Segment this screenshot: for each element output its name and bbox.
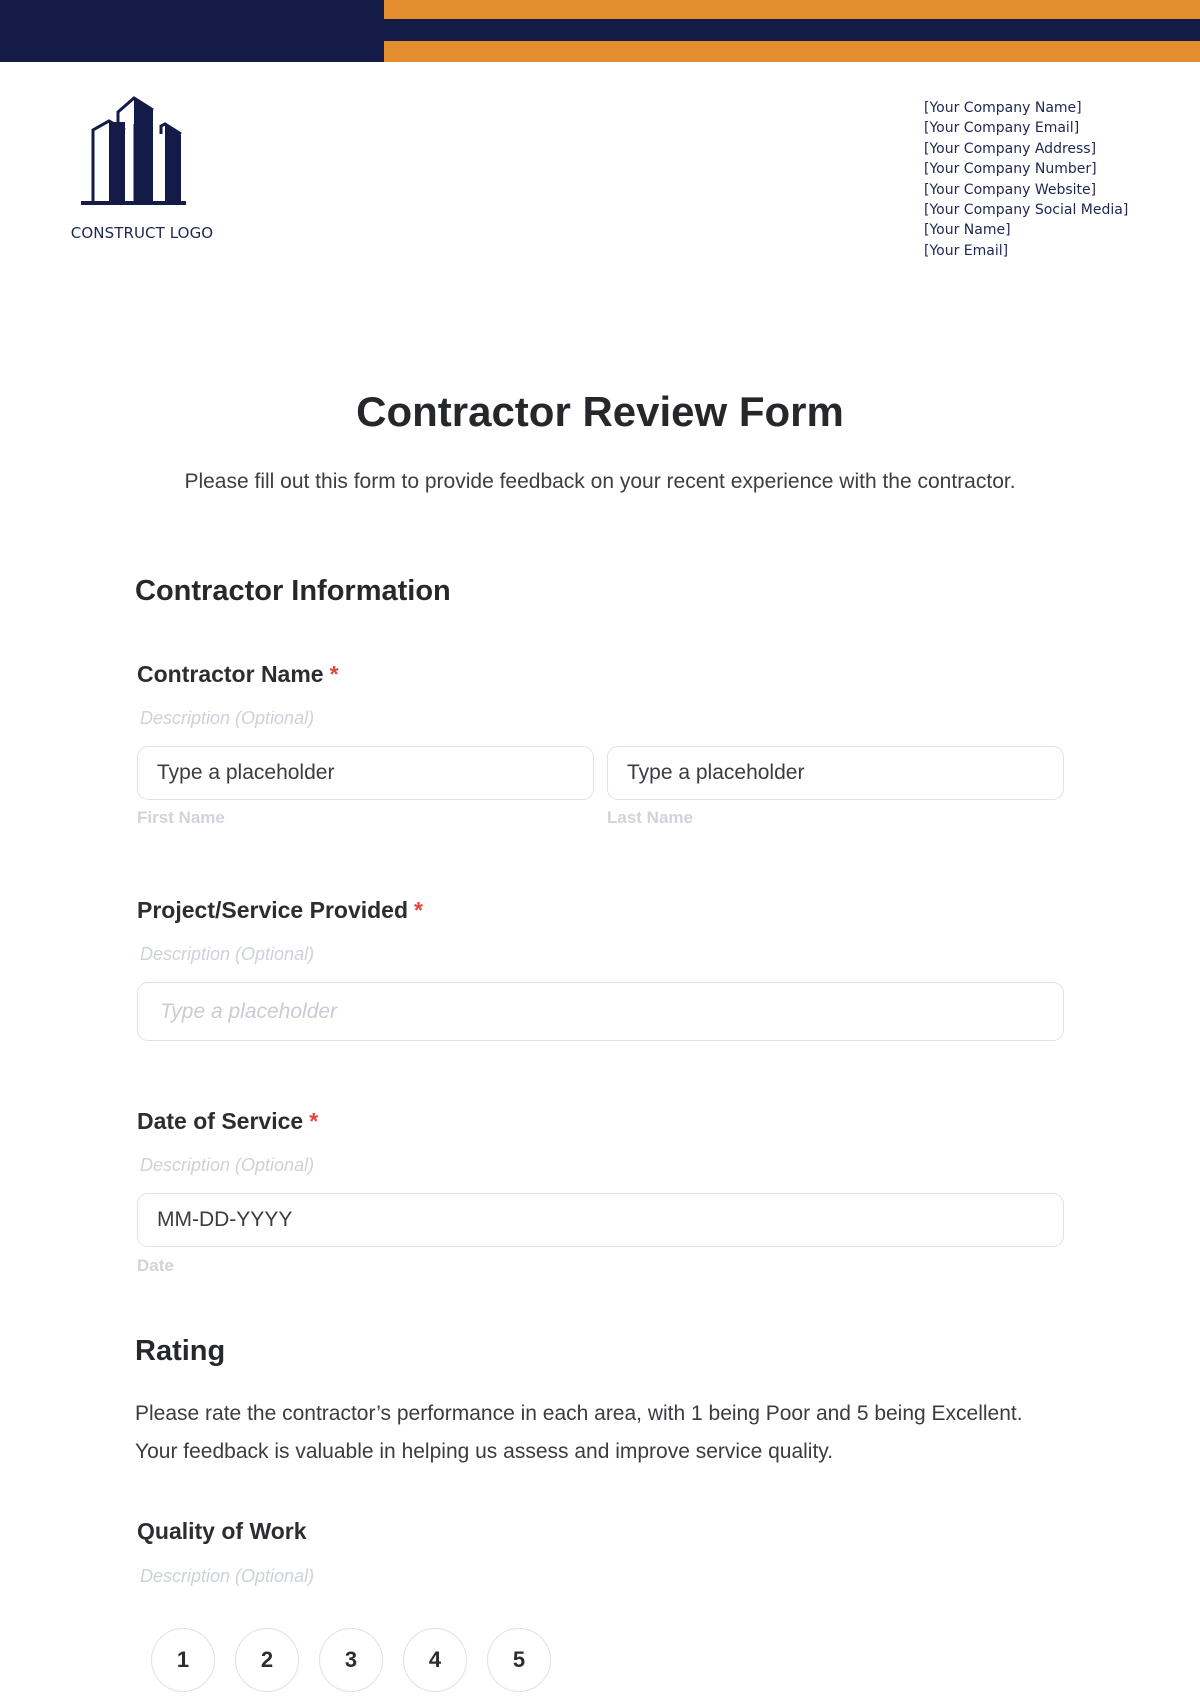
rating-option-2[interactable]: 2 (235, 1628, 299, 1692)
company-address: [Your Company Address] (924, 140, 1097, 157)
required-asterisk: * (414, 897, 423, 923)
quality-of-work-description[interactable]: Description (Optional) (140, 1566, 314, 1587)
company-logo: CONSTRUCT LOGO (62, 94, 222, 242)
quality-of-work-label: Quality of Work (137, 1518, 307, 1544)
project-label-text: Project/Service Provided (137, 897, 409, 923)
company-number: [Your Company Number] (924, 161, 1097, 178)
first-name-input[interactable]: Type a placeholder (137, 746, 594, 800)
rating-instructions: Please rate the contractor’s performance… (135, 1402, 1023, 1463)
rating-option-1[interactable]: 1 (151, 1628, 215, 1692)
date-value: MM-DD-YYYY (157, 1208, 293, 1231)
section-heading-rating: Rating (135, 1335, 226, 1367)
company-website: [Your Company Website] (924, 181, 1097, 198)
date-label: Date of Service * (137, 1108, 318, 1135)
contractor-name-label: Contractor Name * (137, 661, 339, 688)
logo-text: CONSTRUCT LOGO (70, 224, 214, 242)
required-asterisk: * (309, 1108, 319, 1134)
project-placeholder: Type a placeholder (160, 999, 338, 1023)
buildings-icon (81, 96, 186, 205)
form-title: Contractor Review Form (356, 388, 844, 435)
quality-of-work-rating-scale: 1 2 3 4 5 (151, 1628, 551, 1692)
your-email: [Your Email] (924, 242, 1009, 259)
company-social-media: [Your Company Social Media] (924, 202, 1129, 219)
project-description[interactable]: Description (Optional) (140, 944, 314, 965)
project-label: Project/Service Provided * (137, 897, 423, 924)
date-sublabel: Date (137, 1256, 174, 1275)
rating-option-4[interactable]: 4 (403, 1628, 467, 1692)
contractor-name-description[interactable]: Description (Optional) (140, 708, 314, 729)
first-name-sublabel: First Name (137, 808, 225, 827)
rating-option-3[interactable]: 3 (319, 1628, 383, 1692)
required-asterisk: * (329, 661, 339, 687)
form-subtitle: Please fill out this form to provide fee… (184, 470, 1016, 493)
header-stripe-top (384, 0, 1200, 19)
first-name-value: Type a placeholder (157, 761, 335, 784)
date-label-text: Date of Service (137, 1108, 304, 1134)
header-band (0, 0, 1200, 62)
your-name: [Your Name] (924, 222, 1011, 239)
date-input[interactable]: MM-DD-YYYY (137, 1193, 1064, 1247)
last-name-value: Type a placeholder (627, 761, 805, 784)
section-heading-contractor-info: Contractor Information (135, 575, 451, 607)
project-input[interactable]: Type a placeholder (137, 982, 1064, 1041)
company-email: [Your Company Email] (924, 120, 1080, 137)
company-name: [Your Company Name] (924, 100, 1082, 116)
company-info: [Your Company Name] [Your Company Email]… (924, 98, 1128, 261)
header-stripe-bottom (384, 41, 1200, 62)
rating-option-5[interactable]: 5 (487, 1628, 551, 1692)
last-name-sublabel: Last Name (607, 808, 693, 827)
contractor-name-label-text: Contractor Name (137, 661, 324, 687)
last-name-input[interactable]: Type a placeholder (607, 746, 1064, 800)
date-description[interactable]: Description (Optional) (140, 1155, 314, 1176)
